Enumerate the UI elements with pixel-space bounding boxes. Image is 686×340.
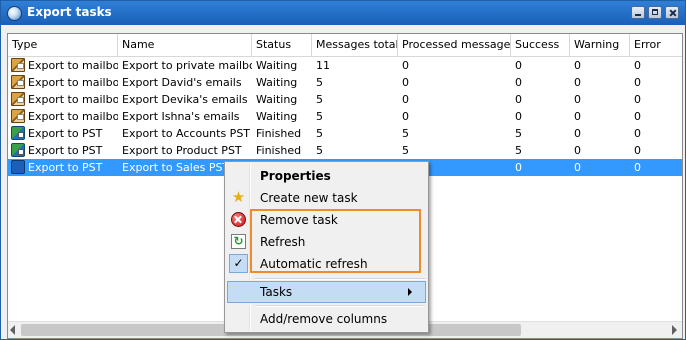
row-error: 0 (634, 127, 641, 140)
row-processed: 0 (402, 93, 409, 106)
row-type: Export to mailbox (28, 59, 118, 72)
menu-item-create-new-task[interactable]: ★ Create new task (227, 187, 426, 209)
row-status: Waiting (256, 59, 298, 72)
row-warning: 0 (574, 93, 581, 106)
row-status: Waiting (256, 76, 298, 89)
row-success: 0 (515, 110, 522, 123)
row-processed: 0 (402, 59, 409, 72)
menu-item-add-remove-columns[interactable]: Add/remove columns (227, 308, 426, 330)
remove-icon (231, 212, 246, 227)
row-messages-total: 11 (316, 59, 330, 72)
row-status: Waiting (256, 93, 298, 106)
mailbox-icon (11, 92, 25, 106)
row-name: Export Devika's emails (122, 93, 248, 106)
menu-separator (255, 305, 425, 307)
refresh-icon: ↻ (231, 234, 246, 249)
minimize-icon[interactable] (631, 6, 645, 19)
column-header-name[interactable]: Name (118, 34, 252, 56)
table-row[interactable]: Export to PST Export to Product PST Fini… (8, 142, 682, 159)
row-success: 0 (515, 76, 522, 89)
row-processed: 0 (402, 76, 409, 89)
row-messages-total: 5 (316, 127, 323, 140)
column-header-processed-messages[interactable]: Processed messages (398, 34, 511, 56)
close-icon[interactable] (665, 6, 679, 19)
mailbox-icon (11, 75, 25, 89)
row-processed: 5 (402, 144, 409, 157)
table-row[interactable]: Export to mailbox Export David's emails … (8, 74, 682, 91)
row-warning: 0 (574, 76, 581, 89)
pst-icon (11, 126, 25, 140)
row-success: 5 (515, 127, 522, 140)
row-messages-total: 5 (316, 110, 323, 123)
row-warning: 0 (574, 110, 581, 123)
row-type: Export to PST (28, 161, 103, 174)
row-warning: 0 (574, 127, 581, 140)
row-error: 0 (634, 76, 641, 89)
row-type: Export to mailbox (28, 93, 118, 106)
maximize-icon[interactable] (648, 6, 662, 19)
row-success: 0 (515, 93, 522, 106)
row-processed: 5 (402, 127, 409, 140)
row-messages-total: 5 (316, 93, 323, 106)
row-warning: 0 (574, 59, 581, 72)
list-header: Type Name Status Messages total Processe… (8, 34, 682, 57)
mailbox-icon (11, 109, 25, 123)
column-header-error[interactable]: Error (630, 34, 682, 56)
row-success: 0 (515, 161, 522, 174)
pst-icon (11, 160, 25, 174)
column-header-warning[interactable]: Warning (570, 34, 630, 56)
scroll-right-icon[interactable] (672, 325, 677, 335)
checkmark-icon: ✓ (229, 254, 248, 273)
row-messages-total: 5 (316, 144, 323, 157)
row-error: 0 (634, 144, 641, 157)
highlight-box (250, 209, 421, 273)
row-processed: 0 (402, 110, 409, 123)
scroll-left-icon[interactable] (10, 325, 15, 335)
window-title: Export tasks (27, 5, 112, 19)
table-row[interactable]: Export to mailbox Export to private mail… (8, 57, 682, 74)
row-error: 0 (634, 59, 641, 72)
row-error: 0 (634, 110, 641, 123)
table-row[interactable]: Export to PST Export to Accounts PST Fin… (8, 125, 682, 142)
row-name: Export to Accounts PST (122, 127, 251, 140)
row-name: Export David's emails (122, 76, 242, 89)
star-icon: ★ (231, 188, 246, 206)
menu-separator (255, 278, 425, 280)
row-success: 5 (515, 144, 522, 157)
column-header-status[interactable]: Status (252, 34, 312, 56)
table-row[interactable]: Export to mailbox Export Ishna's emails … (8, 108, 682, 125)
menu-item-properties[interactable]: Properties (227, 165, 426, 187)
column-header-success[interactable]: Success (511, 34, 570, 56)
table-row[interactable]: Export to mailbox Export Devika's emails… (8, 91, 682, 108)
row-messages-total: 5 (316, 76, 323, 89)
row-error: 0 (634, 161, 641, 174)
row-type: Export to PST (28, 144, 103, 157)
submenu-arrow-icon (408, 288, 412, 296)
pst-icon (11, 143, 25, 157)
menu-item-tasks[interactable]: Tasks (227, 281, 426, 303)
globe-icon (7, 6, 22, 21)
column-header-type[interactable]: Type (8, 34, 118, 56)
row-status: Finished (256, 127, 302, 140)
mailbox-icon (11, 58, 25, 72)
row-type: Export to mailbox (28, 76, 118, 89)
row-warning: 0 (574, 161, 581, 174)
row-type: Export to mailbox (28, 110, 118, 123)
row-status: Finished (256, 144, 302, 157)
row-error: 0 (634, 93, 641, 106)
row-status: Waiting (256, 110, 298, 123)
row-name: Export to Product PST (122, 144, 242, 157)
row-warning: 0 (574, 144, 581, 157)
row-type: Export to PST (28, 127, 103, 140)
column-header-messages-total[interactable]: Messages total (312, 34, 398, 56)
title-bar: Export tasks (1, 1, 685, 25)
row-name: Export Ishna's emails (122, 110, 240, 123)
row-success: 0 (515, 59, 522, 72)
row-name: Export to private mailbox (122, 59, 252, 72)
